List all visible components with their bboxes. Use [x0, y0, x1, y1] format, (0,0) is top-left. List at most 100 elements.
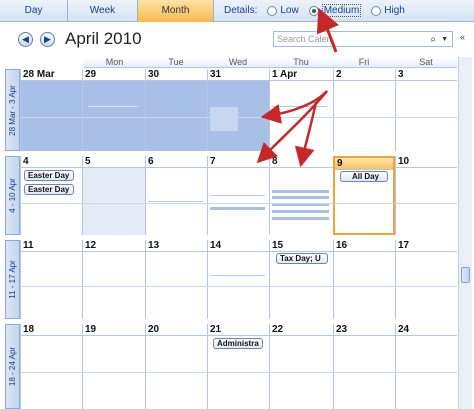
day-number: 29 — [83, 69, 145, 81]
day-cell[interactable]: 5 — [82, 156, 145, 235]
day-number: 19 — [83, 324, 145, 336]
day-number: 12 — [83, 240, 145, 252]
day-number: 9 — [335, 158, 393, 170]
day-number: 2 — [334, 69, 395, 81]
details-high-radio[interactable]: High — [371, 5, 405, 16]
event-line — [272, 106, 327, 107]
day-cell[interactable]: 6 — [145, 156, 207, 235]
event-block — [210, 107, 238, 131]
weekday-header: Fri — [333, 57, 395, 68]
details-low-radio[interactable]: Low — [267, 5, 299, 16]
day-cell[interactable]: 21 — [207, 324, 269, 409]
day-cell[interactable]: 1 Apr — [269, 69, 333, 151]
event-line — [148, 201, 203, 202]
forward-button[interactable]: ▶ — [40, 32, 55, 47]
day-cell[interactable]: 15 — [269, 240, 333, 319]
tab-month[interactable]: Month — [138, 0, 214, 22]
search-placeholder: Search Calen — [277, 34, 332, 44]
appointment-tax-day[interactable]: Tax Day; U — [276, 253, 328, 264]
day-number: 24 — [396, 324, 457, 336]
event-line — [210, 275, 265, 276]
day-cell[interactable]: 22 — [269, 324, 333, 409]
day-number: 3 — [396, 69, 457, 81]
day-number: 18 — [21, 324, 82, 336]
weekday-header: Tue — [145, 57, 207, 68]
week-label[interactable]: 4 - 10 Apr — [5, 156, 20, 235]
day-cell[interactable]: 4 — [20, 156, 82, 235]
day-cell[interactable]: 16 — [333, 240, 395, 319]
appointment-all-day[interactable]: All Day — [340, 171, 388, 182]
day-cell[interactable]: 18 — [20, 324, 82, 409]
radio-icon — [267, 5, 278, 16]
appointment-easter-day[interactable]: Easter Day — [24, 184, 74, 195]
day-cell[interactable]: 28 Mar — [20, 69, 82, 151]
appointment-easter-day[interactable]: Easter Day — [24, 170, 74, 181]
day-number: 13 — [146, 240, 207, 252]
week-label[interactable]: 18 - 24 Apr — [5, 324, 20, 409]
day-cell[interactable]: 23 — [333, 324, 395, 409]
event-bar — [272, 190, 329, 193]
day-cell[interactable]: 10 — [395, 156, 457, 235]
day-cell[interactable]: 24 — [395, 324, 457, 409]
day-cell[interactable]: 17 — [395, 240, 457, 319]
divider — [20, 372, 457, 373]
day-number: 30 — [146, 69, 207, 81]
day-cell[interactable]: 3 — [395, 69, 457, 151]
divider — [20, 203, 457, 204]
day-cell[interactable]: 11 — [20, 240, 82, 319]
day-number: 1 Apr — [270, 69, 333, 81]
divider — [20, 286, 457, 287]
tab-week[interactable]: Week — [68, 0, 138, 22]
day-number: 22 — [270, 324, 333, 336]
day-cell[interactable]: 30 — [145, 69, 207, 151]
arrow-left-icon: ◀ — [22, 34, 29, 44]
week-label[interactable]: 28 Mar - 3 Apr — [5, 69, 20, 151]
day-cell[interactable]: 2 — [333, 69, 395, 151]
day-cell[interactable]: 13 — [145, 240, 207, 319]
event-line — [88, 106, 138, 107]
day-number: 20 — [146, 324, 207, 336]
details-high-label: High — [384, 5, 405, 16]
day-number: 28 Mar — [21, 69, 82, 81]
day-number: 23 — [334, 324, 395, 336]
day-number: 31 — [208, 69, 269, 81]
day-cell[interactable]: 12 — [82, 240, 145, 319]
search-input[interactable]: Search Calen ⌕ ▼ — [273, 31, 453, 47]
details-medium-radio[interactable]: Medium — [308, 4, 362, 17]
tab-day[interactable]: Day — [0, 0, 68, 22]
day-cell-today[interactable]: 9 — [333, 156, 395, 235]
event-bar — [210, 207, 265, 210]
day-number: 4 — [21, 156, 82, 168]
day-number: 5 — [83, 156, 145, 168]
vertical-scrollbar[interactable] — [458, 57, 472, 409]
event-bar — [272, 210, 329, 213]
details-low-label: Low — [280, 5, 299, 16]
month-grid: Mon Tue Wed Thu Fri Sat 28 Mar - 3 Apr 4… — [0, 57, 474, 409]
appointment-administra[interactable]: Administra — [213, 338, 263, 349]
chevron-down-icon[interactable]: ▼ — [441, 33, 448, 47]
week-label-text: 11 - 17 Apr — [8, 260, 18, 299]
day-number: 15 — [270, 240, 333, 252]
day-cell[interactable]: 19 — [82, 324, 145, 409]
weekday-header: Sat — [395, 57, 457, 68]
week-label-text: 4 - 10 Apr — [8, 178, 17, 213]
scrollbar-thumb[interactable] — [461, 267, 470, 283]
day-number: 16 — [334, 240, 395, 252]
day-cell[interactable]: 14 — [207, 240, 269, 319]
day-cell[interactable]: 29 — [82, 69, 145, 151]
collapse-icon[interactable]: « — [460, 32, 465, 42]
details-medium-label: Medium — [321, 4, 362, 17]
day-number: 14 — [208, 240, 269, 252]
day-number: 10 — [396, 156, 457, 168]
event-line — [210, 195, 265, 196]
week-label[interactable]: 11 - 17 Apr — [5, 240, 20, 319]
back-button[interactable]: ◀ — [18, 32, 33, 47]
details-group: Details: Low Medium High — [224, 4, 405, 17]
search-icon[interactable]: ⌕ — [430, 33, 436, 47]
details-label: Details: — [224, 5, 258, 16]
week-label-text: 18 - 24 Apr — [8, 346, 18, 387]
day-number: 7 — [208, 156, 269, 168]
day-cell[interactable]: 20 — [145, 324, 207, 409]
week-label-text: 28 Mar - 3 Apr — [8, 84, 17, 136]
event-bar — [272, 196, 329, 199]
